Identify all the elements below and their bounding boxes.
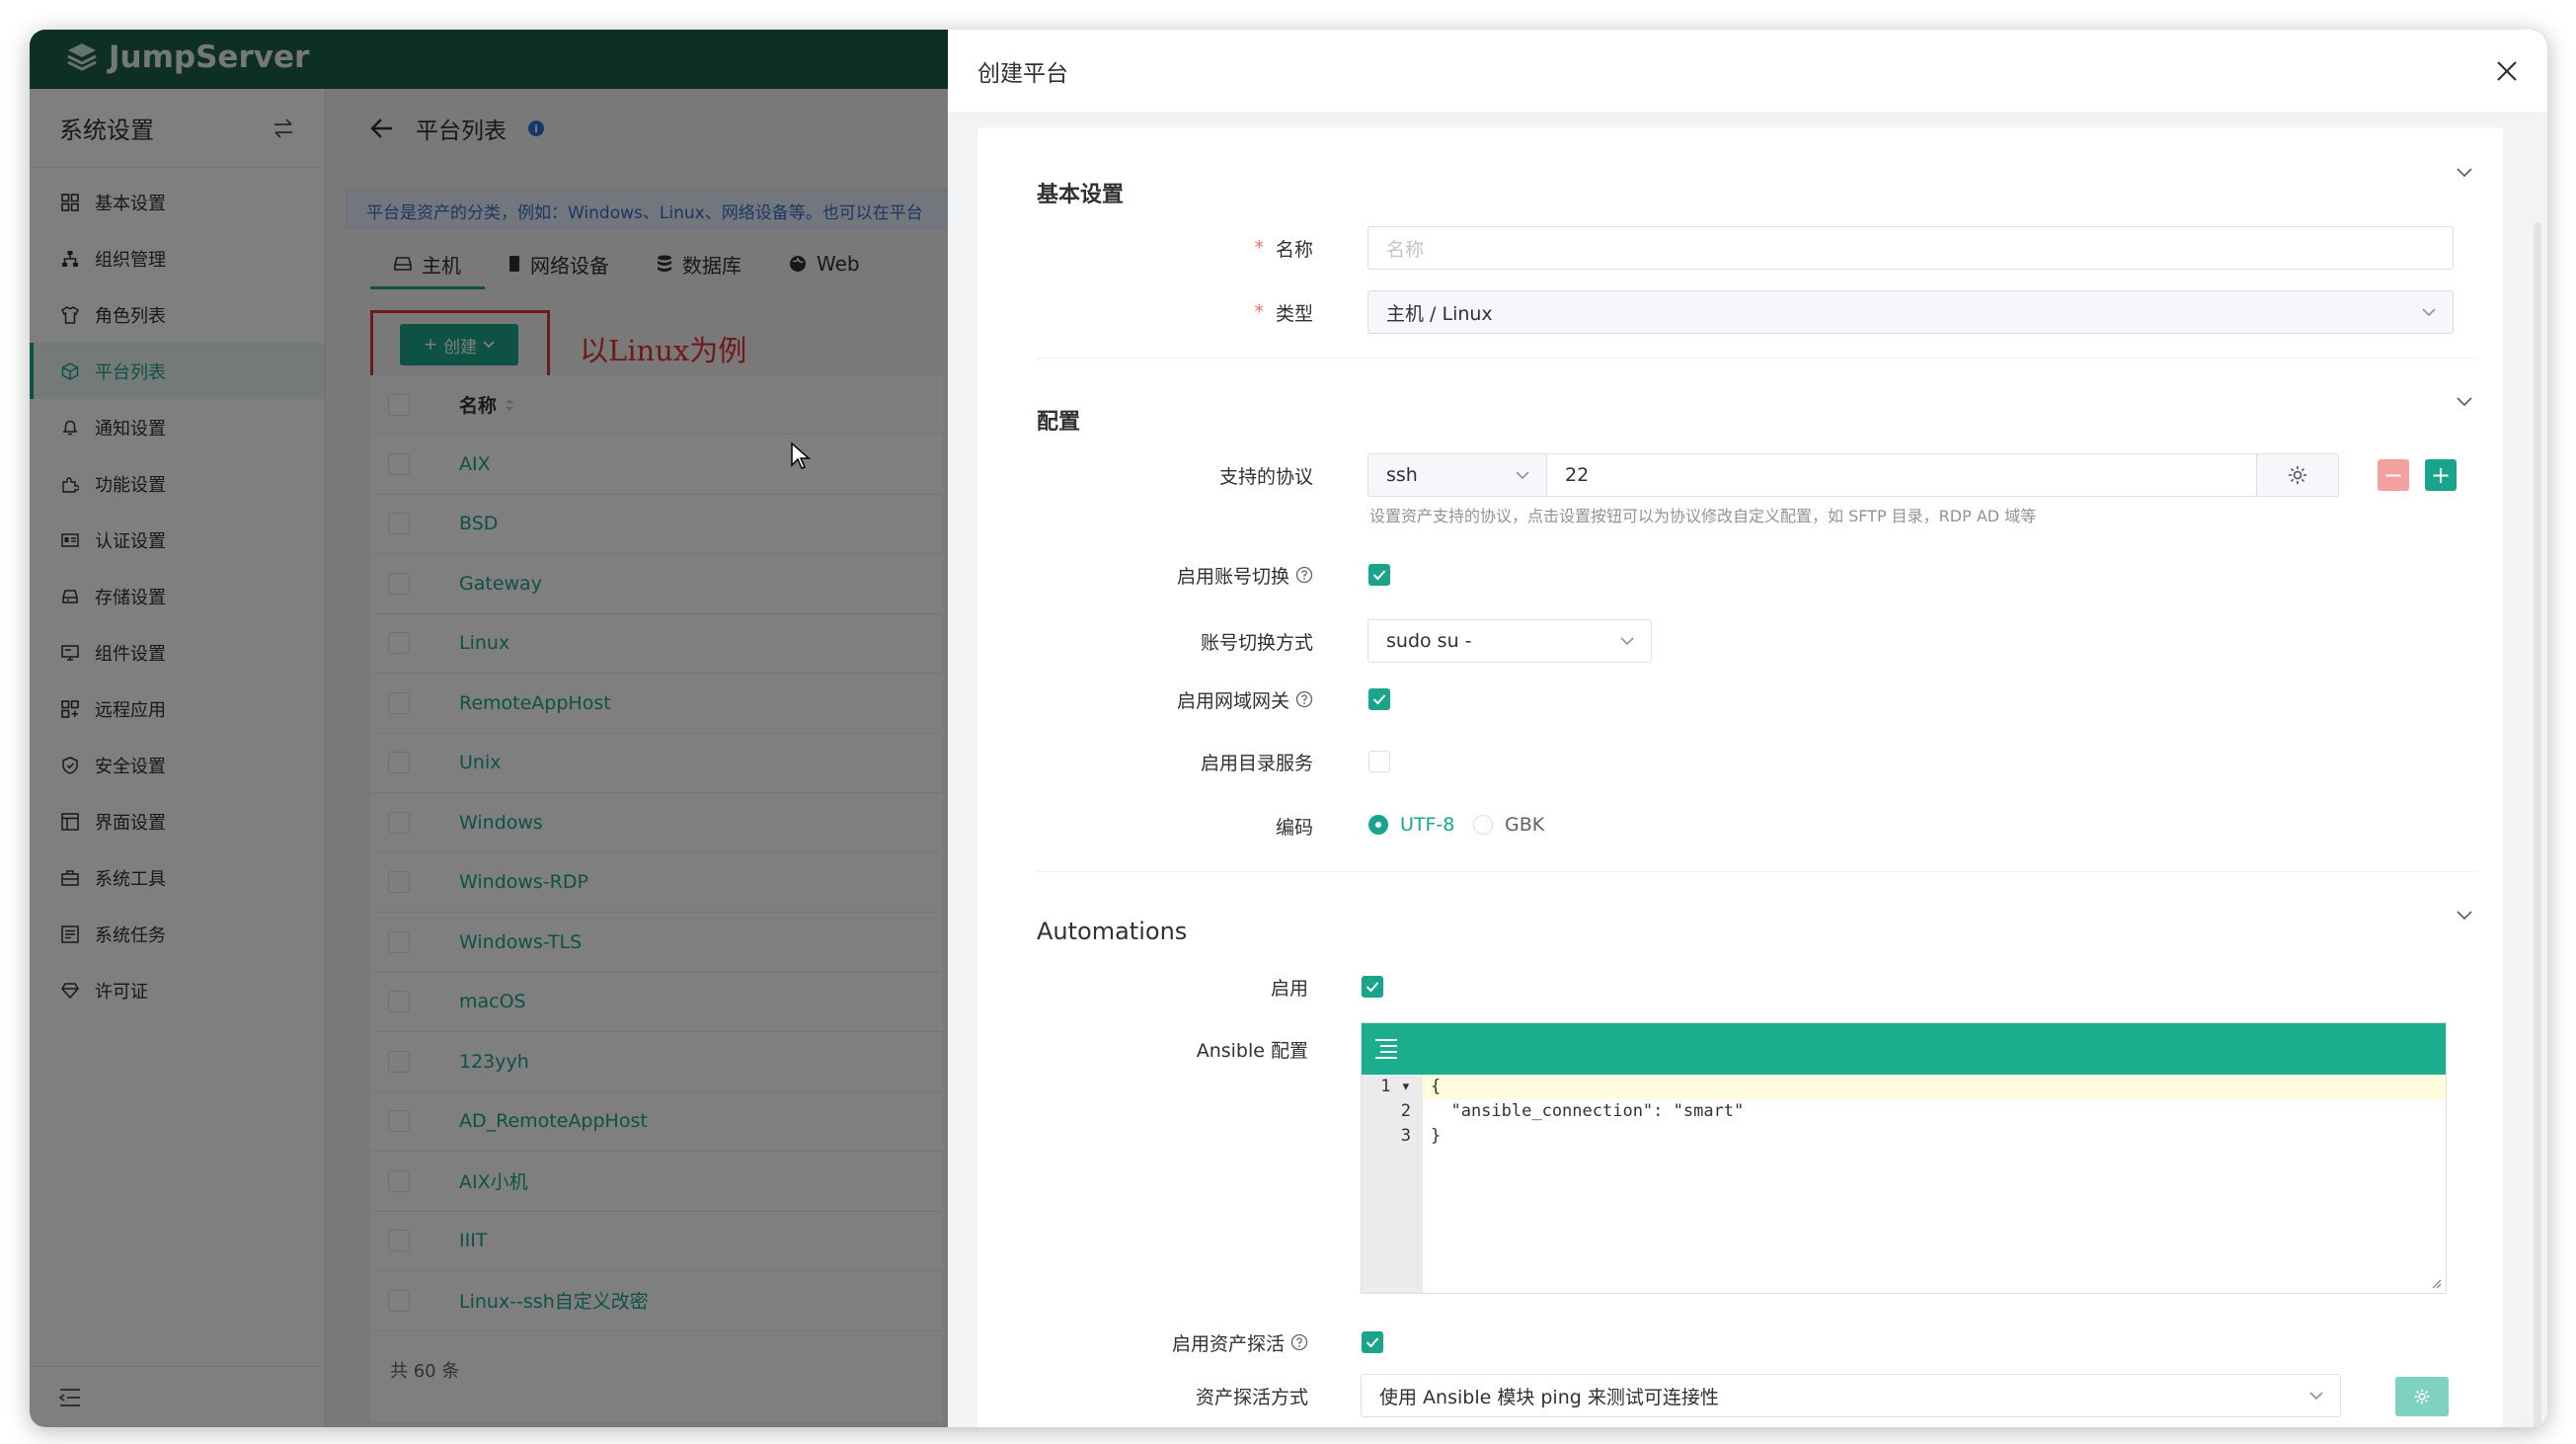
name-label-text: 名称 <box>1275 238 1313 261</box>
plus-icon: + <box>2430 461 2452 489</box>
chevron-down-icon[interactable] <box>2456 167 2473 179</box>
check-icon <box>1372 569 1386 581</box>
su-enabled-checkbox[interactable] <box>1368 564 1390 586</box>
section-basic-title: 基本设置 <box>1037 183 1125 207</box>
name-label: * 名称 <box>977 226 1313 270</box>
protocol-select-value: ssh <box>1386 464 1418 486</box>
charset-label: 编码 <box>1275 816 1313 839</box>
add-protocol-button[interactable]: + <box>2425 459 2457 491</box>
editor-gutter: 1 ▾ 2 3 <box>1362 1075 1423 1293</box>
type-select[interactable]: 主机 / Linux <box>1367 290 2454 334</box>
chevron-down-icon[interactable] <box>2456 396 2473 408</box>
protocol-label: 支持的协议 <box>1218 465 1313 488</box>
ds-checkbox[interactable] <box>1368 751 1390 772</box>
chevron-down-icon <box>1515 470 1530 480</box>
radio-dot <box>1473 815 1493 835</box>
su-method-select[interactable]: sudo su - <box>1367 619 1652 663</box>
chevron-down-icon <box>2421 307 2437 317</box>
question-circle-icon[interactable] <box>1290 1333 1308 1351</box>
check-icon <box>1366 1336 1379 1348</box>
automation-enable-checkbox[interactable] <box>1362 976 1383 998</box>
radio-label: UTF-8 <box>1400 814 1455 836</box>
line-number: 1 ▾ <box>1380 1077 1411 1096</box>
ping-settings-button[interactable] <box>2395 1377 2449 1416</box>
create-platform-drawer: 创建平台 基本设置 * 名称 名称 * 类型 主机 / Linux 配置 支持的… <box>948 30 2547 1427</box>
port-value: 22 <box>1565 464 1590 486</box>
name-placeholder: 名称 <box>1386 238 1425 261</box>
mouse-cursor-icon <box>790 441 812 471</box>
charset-utf8-radio[interactable]: UTF-8 <box>1368 814 1454 836</box>
gear-icon <box>2287 464 2308 486</box>
automation-enable-label: 启用 <box>1270 977 1308 1000</box>
ping-enabled-label-text: 启用资产探活 <box>1171 1332 1285 1355</box>
section-automations-title: Automations <box>1037 918 1188 945</box>
drawer-title: 创建平台 <box>977 60 1068 87</box>
radio-label: GBK <box>1505 814 1545 836</box>
editor-toolbar <box>1362 1023 2446 1075</box>
name-input[interactable]: 名称 <box>1367 226 2454 270</box>
ansible-config-label: Ansible 配置 <box>1196 1039 1308 1062</box>
ping-method-label: 资产探活方式 <box>1195 1386 1308 1408</box>
chevron-down-icon[interactable] <box>2456 910 2473 922</box>
su-enabled-label-text: 启用账号切换 <box>1176 565 1289 588</box>
gear-icon <box>2413 1388 2431 1405</box>
section-config-title: 配置 <box>1037 410 1081 435</box>
charset-gbk-radio[interactable]: GBK <box>1473 814 1544 836</box>
ping-enabled-checkbox[interactable] <box>1362 1331 1383 1353</box>
app-window: JumpServer 系统设置 基本设置 组织管理 角色列表 平台列表 通知设置… <box>30 30 2547 1427</box>
su-method-value: sudo su - <box>1386 630 1472 652</box>
ansible-config-editor[interactable]: 1 ▾ 2 3 { "ansible_connection": "smart" … <box>1361 1022 2447 1294</box>
gateway-label: 启用网域网关 <box>977 684 1313 714</box>
code-line: } <box>1431 1126 1442 1146</box>
minus-icon: − <box>2382 461 2404 489</box>
ping-enabled-label: 启用资产探活 <box>977 1327 1308 1357</box>
resize-handle-icon[interactable] <box>2430 1277 2442 1289</box>
su-method-label: 账号切换方式 <box>1200 631 1313 654</box>
chevron-down-icon <box>2308 1391 2324 1401</box>
port-input[interactable]: 22 <box>1546 453 2257 497</box>
ping-method-value: 使用 Ansible 模块 ping 来测试可连接性 <box>1379 1386 1719 1408</box>
type-label-text: 类型 <box>1275 302 1313 325</box>
required-mark: * <box>1254 301 1264 323</box>
type-label: * 类型 <box>977 290 1313 334</box>
section-divider <box>1037 358 2475 359</box>
line-number: 2 <box>1400 1101 1411 1121</box>
protocol-select[interactable]: ssh <box>1367 453 1547 497</box>
check-icon <box>1372 693 1386 705</box>
chevron-down-icon <box>1619 636 1635 646</box>
close-icon[interactable] <box>2496 60 2518 82</box>
question-circle-icon[interactable] <box>1295 566 1313 584</box>
radio-dot <box>1368 815 1388 835</box>
protocol-hint: 设置资产支持的协议，点击设置按钮可以为协议修改自定义配置，如 SFTP 目录，R… <box>1369 507 2037 525</box>
code-line: "ansible_connection": "smart" <box>1431 1101 1745 1121</box>
ds-label: 启用目录服务 <box>1200 752 1313 774</box>
editor-body[interactable]: 1 ▾ 2 3 { "ansible_connection": "smart" … <box>1362 1075 2446 1293</box>
line-number: 3 <box>1400 1126 1411 1146</box>
gateway-checkbox[interactable] <box>1368 688 1390 710</box>
gateway-label-text: 启用网域网关 <box>1176 689 1289 712</box>
su-enabled-label: 启用账号切换 <box>977 560 1313 590</box>
remove-protocol-button[interactable]: − <box>2378 459 2409 491</box>
code-line: { <box>1423 1075 2446 1099</box>
drawer-scrollbar[interactable] <box>2534 222 2541 1427</box>
question-circle-icon[interactable] <box>1295 690 1313 708</box>
protocol-settings-button[interactable] <box>2256 453 2339 497</box>
drawer-header: 创建平台 <box>948 30 2547 112</box>
ping-method-select[interactable]: 使用 Ansible 模块 ping 来测试可连接性 <box>1361 1374 2341 1417</box>
type-select-value: 主机 / Linux <box>1386 302 1493 325</box>
format-icon[interactable] <box>1373 1037 1399 1061</box>
required-mark: * <box>1254 237 1264 259</box>
check-icon <box>1366 981 1379 993</box>
section-divider <box>1037 871 2475 872</box>
